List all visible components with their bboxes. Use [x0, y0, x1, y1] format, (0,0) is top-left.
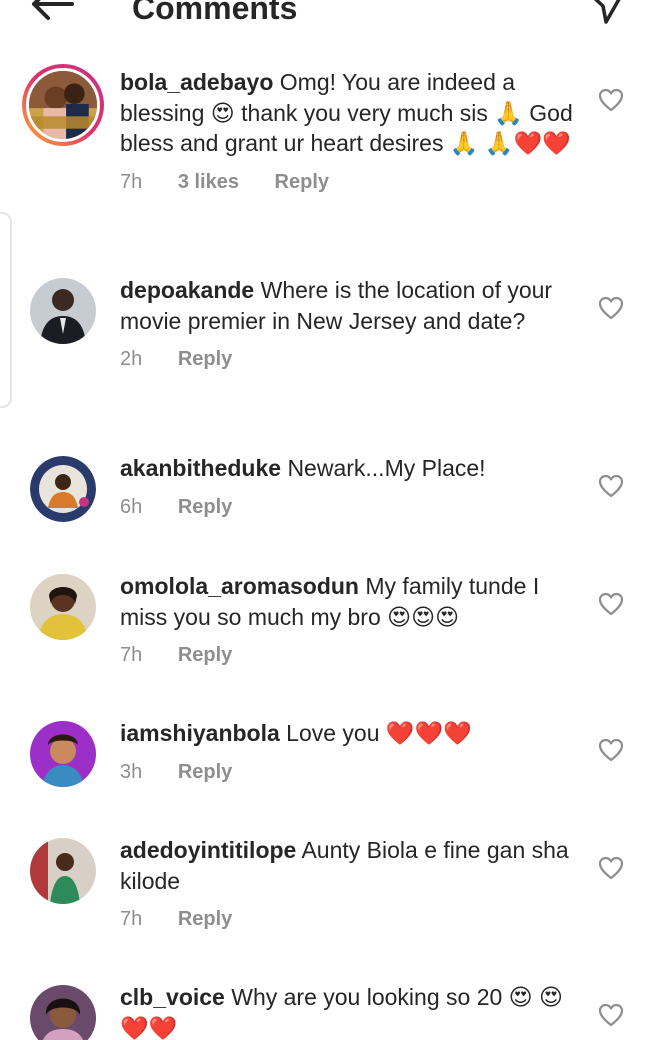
comment-body: depoakande Where is the location of your…: [120, 275, 580, 372]
heart-outline-icon[interactable]: [598, 592, 624, 616]
avatar[interactable]: [30, 985, 96, 1040]
comment-username[interactable]: clb_voice: [120, 984, 225, 1010]
reply-button[interactable]: Reply: [178, 908, 232, 930]
reply-button[interactable]: Reply: [178, 496, 232, 518]
comment-username[interactable]: akanbitheduke: [120, 455, 281, 481]
side-sheet-edge: [0, 212, 12, 408]
heart-outline-icon[interactable]: [598, 738, 624, 762]
comment-body: omolola_aromasodun My family tunde I mis…: [120, 571, 580, 668]
send-icon[interactable]: [586, 0, 626, 26]
heart-outline-icon[interactable]: [598, 474, 624, 498]
heart-outline-icon[interactable]: [598, 296, 624, 320]
comments-header: Comments: [0, 0, 662, 40]
back-arrow-icon[interactable]: [28, 0, 76, 22]
reply-button[interactable]: Reply: [178, 348, 232, 370]
avatar[interactable]: [30, 574, 96, 640]
comment-time: 7h: [120, 170, 143, 193]
reply-button[interactable]: Reply: [178, 761, 232, 783]
comment-meta: 7h Reply: [120, 642, 580, 668]
comment-meta: 7h Reply: [120, 906, 580, 932]
comment-body: iamshiyanbola Love you ❤️❤️❤️ 3h Reply: [120, 718, 580, 785]
comment-body: akanbitheduke Newark...My Place! 6h Repl…: [120, 453, 580, 520]
avatar[interactable]: [30, 721, 96, 787]
page-title: Comments: [132, 0, 298, 26]
comment-text: Love you ❤️❤️❤️: [286, 720, 472, 746]
comment-likes[interactable]: 3 likes: [178, 171, 239, 193]
comment-meta: 6h Reply: [120, 494, 580, 520]
reply-button[interactable]: Reply: [275, 171, 329, 193]
avatar[interactable]: [30, 456, 96, 522]
comment-body: bola_adebayo Omg! You are indeed a bless…: [120, 67, 580, 195]
comment-body: adedoyintitilope Aunty Biola e fine gan …: [120, 835, 580, 932]
comment-time: 2h: [120, 348, 143, 370]
comment-time: 6h: [120, 495, 143, 518]
reply-button[interactable]: Reply: [178, 644, 232, 666]
comment-meta: 7h 3 likes Reply: [120, 169, 580, 195]
comment-username[interactable]: bola_adebayo: [120, 69, 273, 95]
comment-time: 3h: [120, 760, 143, 783]
heart-outline-icon[interactable]: [598, 88, 624, 112]
comment-time: 7h: [120, 644, 143, 666]
comment-meta: 2h Reply: [120, 346, 580, 372]
comment-text: Newark...My Place!: [287, 455, 486, 481]
comment-meta: 3h Reply: [120, 759, 580, 785]
avatar[interactable]: [30, 278, 96, 344]
avatar[interactable]: [22, 64, 104, 146]
comment-username[interactable]: omolola_aromasodun: [120, 573, 359, 599]
heart-outline-icon[interactable]: [598, 1003, 624, 1027]
comment-body: clb_voice Why are you looking so 20 😍 😍❤…: [120, 982, 580, 1040]
comment-username[interactable]: adedoyintitilope: [120, 837, 296, 863]
comment-username[interactable]: depoakande: [120, 277, 254, 303]
avatar[interactable]: [30, 838, 96, 904]
comment-time: 7h: [120, 908, 143, 930]
heart-outline-icon[interactable]: [598, 856, 624, 880]
comment-username[interactable]: iamshiyanbola: [120, 720, 280, 746]
